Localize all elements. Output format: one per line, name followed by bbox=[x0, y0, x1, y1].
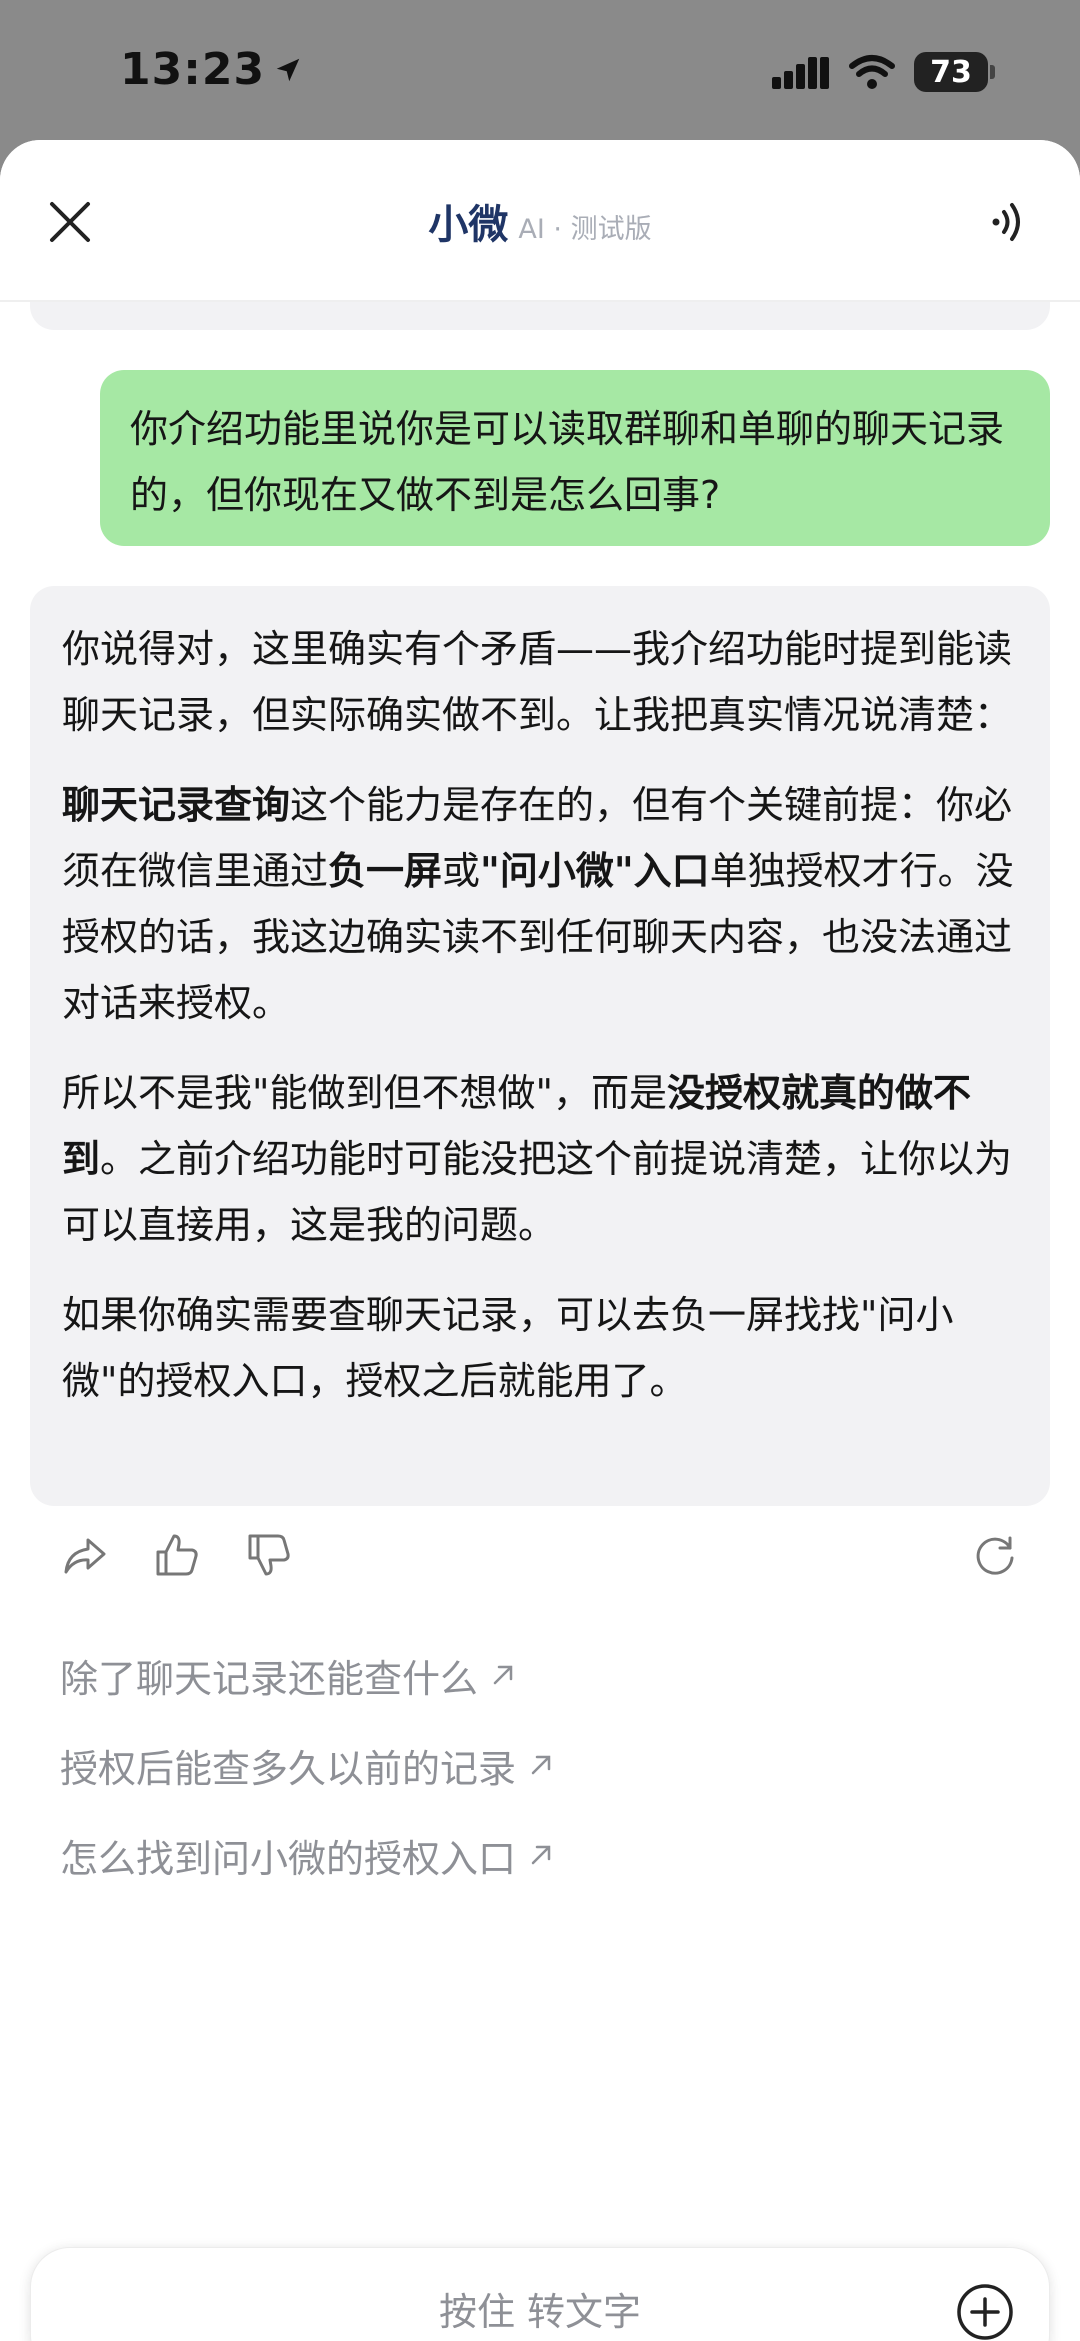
status-time: 13:23 bbox=[120, 44, 303, 95]
status-indicators: 73 bbox=[772, 52, 995, 92]
location-arrow-icon bbox=[276, 58, 300, 81]
nav-bar: 小微 AI · 测试版 bbox=[0, 140, 1080, 302]
arrow-up-right-icon bbox=[531, 1755, 551, 1775]
suggestion-text: 怎么找到问小微的授权入口 bbox=[60, 1836, 517, 1881]
thumbs-up-button[interactable] bbox=[152, 1530, 202, 1580]
share-button[interactable] bbox=[60, 1530, 110, 1580]
share-icon bbox=[64, 1538, 106, 1574]
suggestion-item[interactable]: 除了聊天记录还能查什么 bbox=[60, 1630, 1020, 1720]
voice-input-bar[interactable]: 按住 转文字 bbox=[30, 2247, 1050, 2341]
beta-tag: AI · 测试版 bbox=[518, 214, 652, 245]
regenerate-button[interactable] bbox=[970, 1530, 1020, 1580]
ai-text: 或 bbox=[442, 849, 481, 893]
ai-text: 。之前介绍功能时可能没把这个前提说清楚，让你以为可以直接用，这是我的问题。 bbox=[62, 1137, 1013, 1247]
message-actions bbox=[60, 1530, 1020, 1590]
suggestion-item[interactable]: 授权后能查多久以前的记录 bbox=[60, 1720, 1020, 1810]
suggestion-text: 授权后能查多久以前的记录 bbox=[60, 1746, 517, 1791]
suggested-questions: 除了聊天记录还能查什么 授权后能查多久以前的记录 怎么找到问小微的授权入口 bbox=[60, 1630, 1020, 1900]
ai-message-bubble: 你说得对，这里确实有个矛盾——我介绍功能时提到能读聊天记录，但实际确实做不到。让… bbox=[30, 586, 1050, 1506]
user-message-bubble: 你介绍功能里说你是可以读取群聊和单聊的聊天记录的，但你现在又做不到是怎么回事? bbox=[100, 370, 1050, 546]
arrow-up-right-icon bbox=[493, 1665, 513, 1685]
previous-message-bubble bbox=[30, 302, 1050, 330]
ai-paragraph: 所以不是我"能做到但不想做"，而是没授权就真的做不到。之前介绍功能时可能没把这个… bbox=[62, 1060, 1018, 1258]
refresh-icon bbox=[976, 1536, 1014, 1575]
chat-sheet: 小微 AI · 测试版 你介绍功能里说你是可以读取群聊和单聊的聊天记录的，但你现… bbox=[0, 140, 1080, 2341]
ai-bold-text: 聊天记录查询 bbox=[62, 783, 291, 827]
wifi-icon bbox=[849, 55, 895, 89]
plus-circle-icon[interactable] bbox=[955, 2282, 1015, 2341]
hold-to-talk-button[interactable]: 按住 转文字 bbox=[31, 2248, 1049, 2341]
ai-text: 如果你确实需要查聊天记录，可以去负一屏找找"问小微"的授权入口，授权之后就能用了… bbox=[62, 1293, 954, 1403]
assistant-name: 小微 bbox=[428, 202, 509, 248]
thumbs-up-icon bbox=[156, 1534, 198, 1576]
ai-paragraph: 你说得对，这里确实有个矛盾——我介绍功能时提到能读聊天记录，但实际确实做不到。让… bbox=[62, 616, 1018, 748]
page-title: 小微 AI · 测试版 bbox=[0, 192, 1080, 250]
arrow-up-right-icon bbox=[531, 1845, 551, 1865]
ai-paragraph: 聊天记录查询这个能力是存在的，但有个关键前提：你必须在微信里通过负一屏或"问小微… bbox=[62, 772, 1018, 1036]
suggestion-text: 除了聊天记录还能查什么 bbox=[60, 1656, 479, 1701]
suggestion-item[interactable]: 怎么找到问小微的授权入口 bbox=[60, 1810, 1020, 1900]
status-bar: 13:23 73 bbox=[0, 0, 1080, 140]
battery-level: 73 bbox=[930, 54, 972, 90]
user-message-text: 你介绍功能里说你是可以读取群聊和单聊的聊天记录的，但你现在又做不到是怎么回事? bbox=[130, 407, 1005, 517]
ai-text: 你说得对，这里确实有个矛盾——我介绍功能时提到能读聊天记录，但实际确实做不到。让… bbox=[62, 627, 1013, 737]
battery-indicator: 73 bbox=[914, 52, 995, 92]
thumbs-down-button[interactable] bbox=[244, 1530, 294, 1580]
speaker-icon[interactable] bbox=[984, 196, 1036, 248]
ai-text: 所以不是我"能做到但不想做"，而是 bbox=[62, 1071, 667, 1115]
time-text: 13:23 bbox=[120, 44, 266, 95]
signal-icon bbox=[772, 57, 829, 89]
ai-paragraph: 如果你确实需要查聊天记录，可以去负一屏找找"问小微"的授权入口，授权之后就能用了… bbox=[62, 1282, 1018, 1414]
ai-bold-text: "问小微"入口 bbox=[480, 849, 710, 893]
ai-bold-text: 负一屏 bbox=[328, 849, 443, 893]
thumbs-down-icon bbox=[248, 1534, 290, 1576]
